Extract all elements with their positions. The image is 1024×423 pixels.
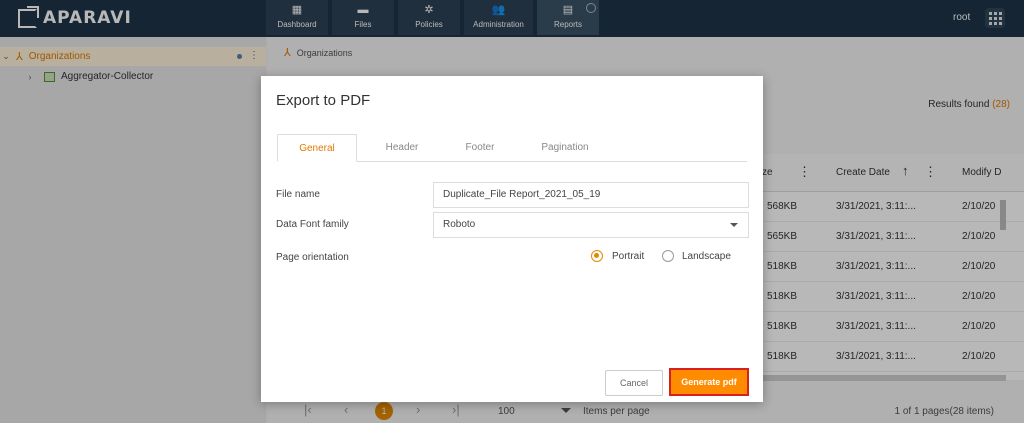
- file-name-label: File name: [276, 189, 320, 200]
- portrait-radio[interactable]: [591, 250, 603, 262]
- file-name-input[interactable]: Duplicate_File Report_2021_05_19: [433, 182, 749, 208]
- tab-pagination[interactable]: Pagination: [513, 134, 617, 162]
- landscape-label[interactable]: Landscape: [682, 251, 731, 262]
- tab-header[interactable]: Header: [357, 134, 447, 162]
- tab-general[interactable]: General: [277, 134, 357, 162]
- font-family-select[interactable]: Roboto: [433, 212, 749, 238]
- font-family-label: Data Font family: [276, 219, 349, 230]
- export-pdf-dialog: Export to PDF General Header Footer Pagi…: [261, 76, 763, 402]
- landscape-radio[interactable]: [662, 250, 674, 262]
- caret-down-icon: [730, 223, 738, 227]
- cancel-button[interactable]: Cancel: [605, 370, 663, 396]
- dialog-tabs: General Header Footer Pagination: [277, 134, 747, 162]
- portrait-label[interactable]: Portrait: [612, 251, 644, 262]
- generate-pdf-button[interactable]: Generate pdf: [669, 368, 749, 396]
- font-family-value: Roboto: [443, 219, 476, 230]
- dialog-title: Export to PDF: [276, 92, 371, 109]
- tab-footer[interactable]: Footer: [447, 134, 513, 162]
- page-orientation-label: Page orientation: [276, 252, 349, 263]
